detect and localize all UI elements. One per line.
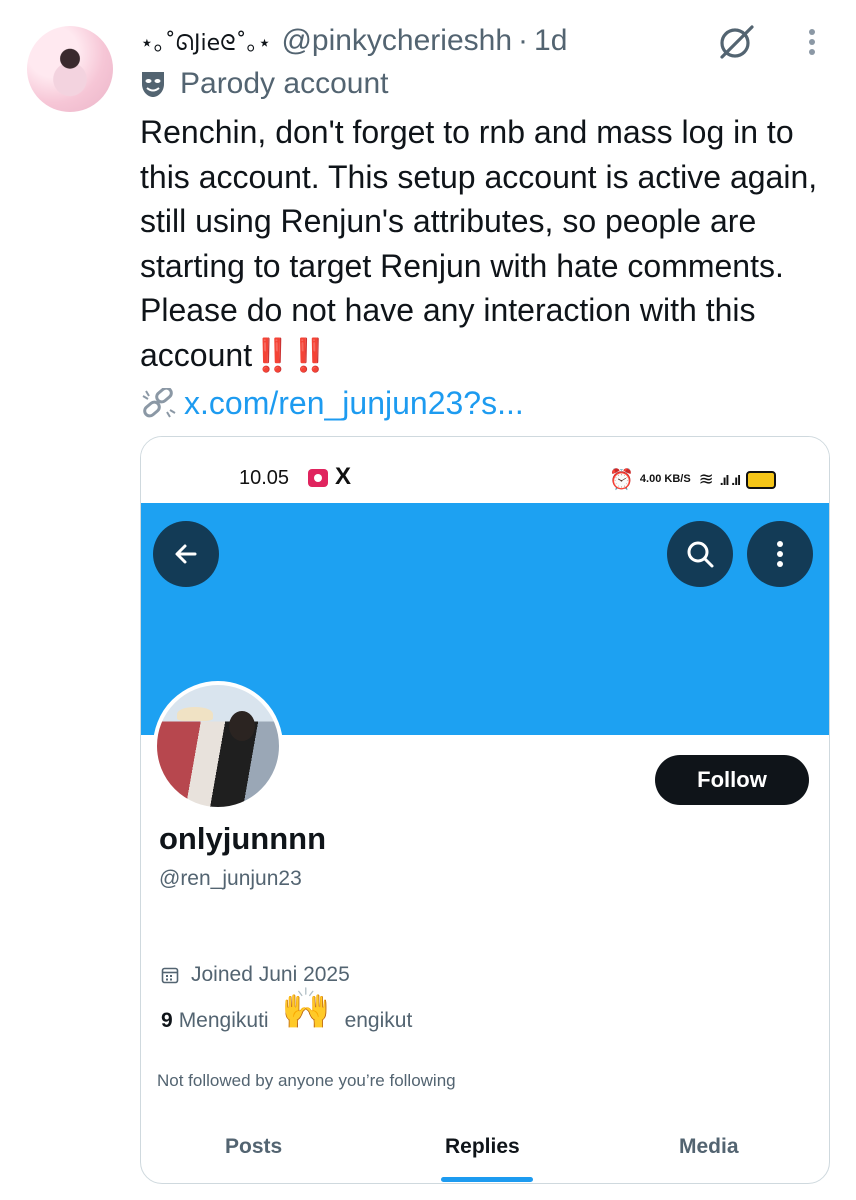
status-right-icons: ⏰ 4.00 KB/S ≋ .ıl .ıl xyxy=(609,467,776,492)
following-count[interactable]: 9 xyxy=(161,1009,173,1033)
display-name[interactable]: ⋆｡˚ᘏJieᘓ˚｡⋆ xyxy=(140,25,271,57)
phone-status-bar: 10.05 X ⏰ 4.00 KB/S ≋ .ıl .ıl xyxy=(141,437,829,503)
clap-emoji: 🙌 xyxy=(281,986,331,1032)
back-button[interactable] xyxy=(153,521,219,587)
tweet-body: Renchin, don't forget to rnb and mass lo… xyxy=(140,114,818,373)
author-handle[interactable]: @pinkycherieshh xyxy=(281,24,512,58)
alarm-icon: ⏰ xyxy=(609,469,634,491)
screen-record-icon xyxy=(308,469,328,487)
joined-text: Joined Juni 2025 xyxy=(191,963,350,986)
double-exclamation-emoji: ‼️‼️ xyxy=(252,336,330,373)
following-label[interactable]: Mengikuti xyxy=(179,1009,269,1033)
avatar-head-shape xyxy=(229,711,255,741)
tweet-link[interactable]: x.com/ren_junjun23?s... xyxy=(140,380,524,426)
network-speed: 4.00 KB/S xyxy=(639,473,691,485)
tweet-text: Renchin, don't forget to rnb and mass lo… xyxy=(140,110,840,377)
grok-icon[interactable] xyxy=(716,22,756,62)
author-avatar[interactable] xyxy=(27,26,113,112)
signal-icon: .ıl .ıl xyxy=(719,471,741,488)
profile-avatar[interactable] xyxy=(153,681,283,811)
status-time: 10.05 xyxy=(239,467,290,489)
status-app-x: X xyxy=(335,463,352,490)
parody-mask-icon xyxy=(142,72,164,97)
search-button[interactable] xyxy=(667,521,733,587)
active-tab-indicator xyxy=(441,1177,533,1182)
more-vertical-icon xyxy=(777,541,783,567)
parody-label-row: Parody account xyxy=(140,64,388,104)
not-followed-note: Not followed by anyone you’re following xyxy=(157,1071,456,1090)
joined-date: Joined Juni 2025 xyxy=(161,963,350,987)
profile-tabs: Posts Replies Media xyxy=(141,1125,829,1183)
tweet-header: ⋆｡˚ᘏJieᘓ˚｡⋆ @pinkycherieshh · 1d xyxy=(140,18,567,64)
broken-link-icon xyxy=(142,388,176,418)
parody-label: Parody account xyxy=(180,67,389,100)
avatar-hat-shape xyxy=(177,707,213,721)
tab-media[interactable]: Media xyxy=(679,1135,739,1159)
search-icon xyxy=(687,541,714,568)
calendar-icon xyxy=(161,967,179,984)
profile-name: onlyjunnnn xyxy=(159,821,327,856)
followers-label[interactable]: engikut xyxy=(345,1009,413,1033)
header-separator: · xyxy=(518,24,529,57)
back-arrow-icon xyxy=(175,544,197,564)
more-button[interactable] xyxy=(747,521,813,587)
profile-handle: @ren_junjun23 xyxy=(159,867,302,890)
link-text[interactable]: x.com/ren_junjun23?s... xyxy=(184,385,524,422)
tweet-time[interactable]: 1d xyxy=(534,24,567,58)
attached-screenshot[interactable]: 10.05 X ⏰ 4.00 KB/S ≋ .ıl .ıl Follow onl… xyxy=(140,436,830,1184)
tab-posts[interactable]: Posts xyxy=(225,1135,282,1159)
battery-icon xyxy=(745,470,776,489)
wifi-icon: ≋ xyxy=(698,469,714,489)
tab-replies[interactable]: Replies xyxy=(445,1135,520,1159)
follow-button[interactable]: Follow xyxy=(655,755,809,805)
more-icon[interactable] xyxy=(800,24,824,60)
